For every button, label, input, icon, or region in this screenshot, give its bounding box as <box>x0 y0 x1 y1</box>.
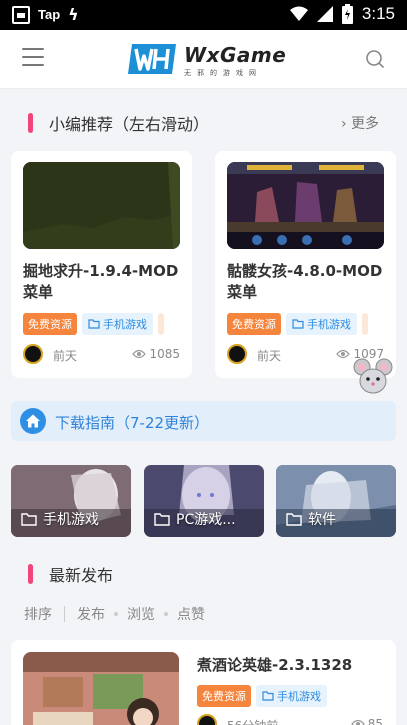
game-artwork <box>23 162 180 249</box>
filter-views[interactable]: 浏览 <box>127 604 155 624</box>
latest-title: 最新发布 <box>49 566 114 585</box>
section-accent-bar <box>28 564 33 584</box>
tag-free-resource[interactable]: 免费资源 <box>227 313 281 335</box>
guide-text: 下载指南（7-22更新） <box>55 414 210 432</box>
item-tags: 免费资源 手机游戏 <box>197 685 327 707</box>
chevron-right-icon: › <box>340 116 347 132</box>
folder-icon <box>88 319 100 329</box>
author-avatar[interactable] <box>23 344 43 364</box>
status-bar: Tap ϟ 3:15 <box>0 0 407 30</box>
author-avatar[interactable] <box>227 344 247 364</box>
latest-item-title: 煮酒论英雄-2.3.1328 <box>197 656 353 674</box>
mouse-mascot-icon[interactable] <box>353 355 393 397</box>
hamburger-icon-line <box>22 56 44 58</box>
card-title: 掘地求升-1.9.4-MOD菜单 <box>23 262 179 301</box>
tag-free-resource[interactable]: 免费资源 <box>23 313 77 335</box>
home-icon <box>20 408 46 434</box>
tag-category[interactable]: 手机游戏 <box>82 313 153 335</box>
item-meta: 56分钟前 85 <box>197 714 383 725</box>
category-label: 软件 <box>286 509 336 529</box>
game-thumbnail <box>227 162 384 249</box>
folder-icon <box>262 691 274 701</box>
hamburger-icon-line <box>22 64 44 66</box>
view-count-value: 1085 <box>149 347 180 361</box>
separator-dot <box>164 612 168 616</box>
category-label-text: PC游戏... <box>176 512 236 528</box>
filter-publish[interactable]: 发布 <box>77 604 105 624</box>
folder-icon <box>286 512 302 526</box>
category-label-text: 手机游戏 <box>43 512 99 528</box>
folder-icon <box>21 512 37 526</box>
download-guide-banner[interactable]: 下载指南（7-22更新） <box>11 401 396 441</box>
wifi-icon <box>289 6 308 21</box>
more-label: 更多 <box>351 116 379 132</box>
tag-overflow <box>362 313 368 335</box>
category-software[interactable]: 软件 <box>276 465 396 537</box>
more-link[interactable]: › 更多 <box>341 113 379 133</box>
category-pc-games[interactable]: PC游戏... <box>144 465 264 537</box>
filter-likes[interactable]: 点赞 <box>177 604 205 624</box>
category-label: 手机游戏 <box>21 509 99 529</box>
logo-subtitle: 无邪的游戏网 <box>184 69 262 77</box>
separator-dot <box>114 612 118 616</box>
view-count: 1085 <box>132 347 180 361</box>
game-artwork <box>227 162 384 249</box>
tag-category-label: 手机游戏 <box>277 690 321 703</box>
game-thumbnail <box>23 162 180 249</box>
eye-icon <box>336 349 351 359</box>
clock: 3:15 <box>361 4 395 23</box>
menu-button[interactable] <box>22 48 44 68</box>
tag-category-label: 手机游戏 <box>103 318 147 331</box>
eye-icon <box>132 349 147 359</box>
card-tags: 免费资源 手机游戏 <box>23 313 164 335</box>
tag-free-resource[interactable]: 免费资源 <box>197 685 251 707</box>
tag-category-label: 手机游戏 <box>307 318 351 331</box>
section-accent-bar <box>28 113 33 133</box>
signal-icon <box>316 6 333 22</box>
view-count-value: 85 <box>367 717 383 725</box>
game-card[interactable]: 骷髅女孩-4.8.0-MOD菜单 免费资源 手机游戏 前天 1097 <box>215 151 396 378</box>
category-label-text: 软件 <box>308 512 336 528</box>
game-artwork <box>23 652 179 725</box>
eye-icon <box>350 719 365 725</box>
battery-icon <box>341 4 353 24</box>
game-card[interactable]: 掘地求升-1.9.4-MOD菜单 免费资源 手机游戏 前天 1085 <box>11 151 192 378</box>
author-avatar[interactable] <box>197 714 217 725</box>
search-icon[interactable] <box>365 49 385 69</box>
card-title: 骷髅女孩-4.8.0-MOD菜单 <box>227 262 383 301</box>
tag-category[interactable]: 手机游戏 <box>256 685 327 707</box>
post-time: 56分钟前 <box>227 717 278 725</box>
bolt-icon: ϟ <box>68 5 79 24</box>
latest-item[interactable]: 煮酒论英雄-2.3.1328 免费资源 手机游戏 56分钟前 85 <box>11 640 396 725</box>
latest-section-header: 最新发布 <box>28 562 113 586</box>
tag-category[interactable]: 手机游戏 <box>286 313 357 335</box>
post-time: 前天 <box>257 349 282 363</box>
view-count: 85 <box>350 717 383 725</box>
card-tags: 免费资源 手机游戏 <box>227 313 368 335</box>
recommend-section-header: 小编推荐（左右滑动） <box>28 111 209 135</box>
divider <box>64 606 65 622</box>
category-mobile-games[interactable]: 手机游戏 <box>11 465 131 537</box>
hamburger-icon <box>22 48 44 50</box>
sort-label: 排序 <box>24 607 52 623</box>
folder-icon <box>292 319 304 329</box>
site-logo[interactable]: WxGame 无邪的游戏网 <box>128 40 286 80</box>
logo-mark-icon <box>128 44 176 74</box>
card-meta: 前天 1085 <box>23 344 180 366</box>
status-app-label: Tap <box>38 7 61 22</box>
sort-filter-bar: 排序 发布 浏览 点赞 <box>24 604 205 624</box>
post-time: 前天 <box>53 349 78 363</box>
category-label: PC游戏... <box>154 509 236 529</box>
app-header: WxGame 无邪的游戏网 <box>0 30 407 89</box>
logo-title: WxGame <box>184 43 287 67</box>
game-thumbnail <box>23 652 179 725</box>
tag-overflow <box>158 313 164 335</box>
screenshot-icon <box>12 5 30 24</box>
folder-icon <box>154 512 170 526</box>
recommend-title: 小编推荐（左右滑动） <box>49 115 210 134</box>
